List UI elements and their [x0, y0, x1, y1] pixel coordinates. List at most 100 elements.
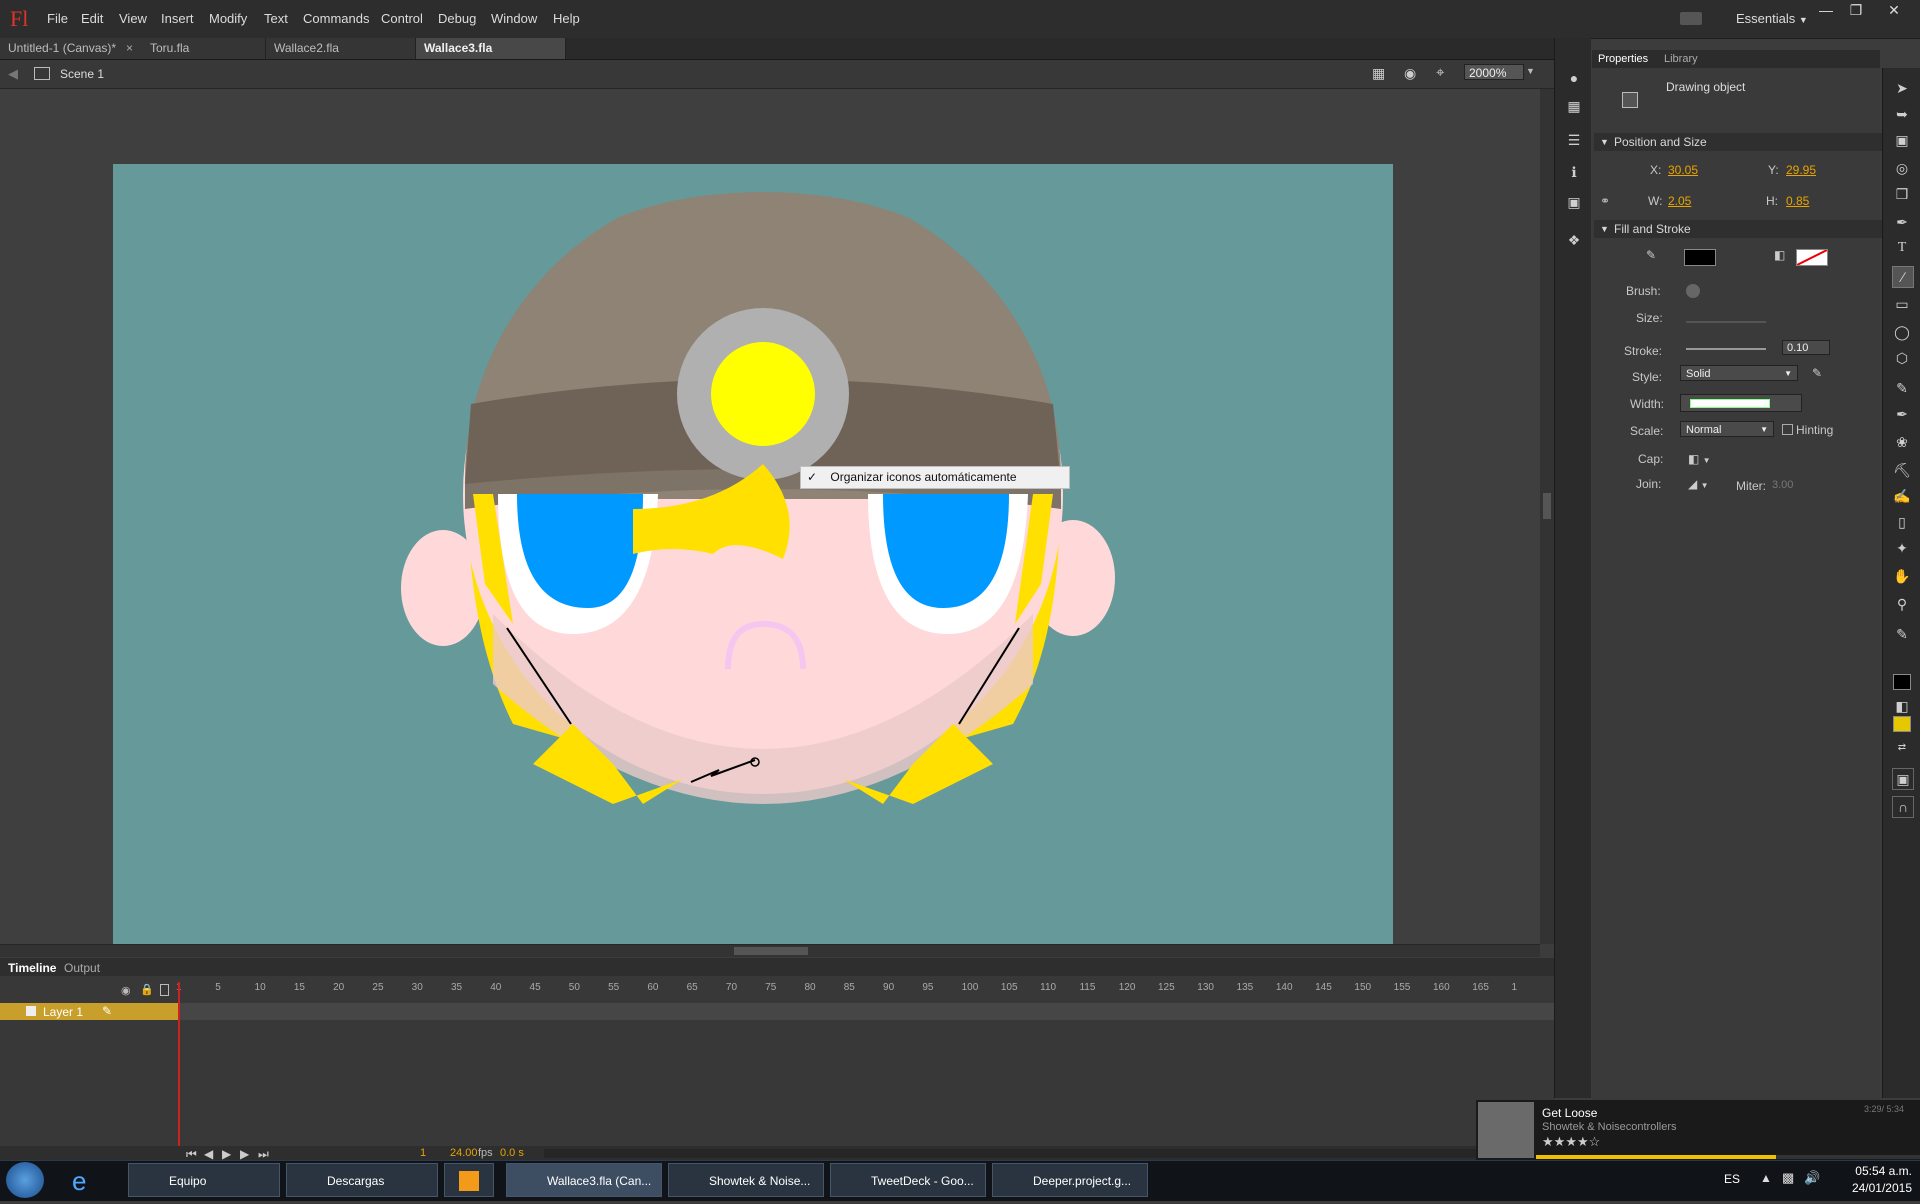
section-position-size[interactable]: ▼ Position and Size [1594, 133, 1882, 151]
align-icon[interactable]: ☰ [1564, 130, 1584, 150]
pen-tool-icon[interactable]: ✒ [1892, 212, 1912, 232]
eye-icon[interactable]: ◉ [121, 984, 131, 997]
context-menu-item[interactable]: ✓ Organizar iconos automáticamente [800, 466, 1070, 489]
bone-tool-icon[interactable]: ⛏ [1892, 460, 1912, 480]
song-progress-track[interactable] [1536, 1155, 1920, 1159]
menu-edit[interactable]: Edit [81, 11, 103, 26]
menu-window[interactable]: Window [491, 11, 537, 26]
tab-toru[interactable]: Toru.fla (Canvas)× [142, 38, 266, 76]
star-icon[interactable]: ★ [1565, 1134, 1577, 1149]
free-transform-tool-icon[interactable]: ▣ [1892, 130, 1912, 150]
playhead[interactable] [178, 982, 180, 1146]
cap-select[interactable]: ◧ ▼ [1688, 452, 1711, 466]
menu-help[interactable]: Help [553, 11, 580, 26]
taskbar-descargas[interactable]: Descargas [286, 1163, 438, 1197]
taskbar-equipo[interactable]: Equipo [128, 1163, 280, 1197]
w-field[interactable]: 2.05 [1668, 194, 1691, 208]
tab-untitled-1[interactable]: Untitled-1 (Canvas)* × [0, 38, 148, 59]
color-icon[interactable]: ● [1564, 68, 1584, 88]
tab-library[interactable]: Library [1664, 53, 1698, 65]
size-slider[interactable] [1686, 321, 1766, 323]
hinting-checkbox[interactable] [1782, 424, 1793, 435]
info-icon[interactable]: ℹ [1564, 162, 1584, 182]
play-icon[interactable]: ▶ [222, 1147, 231, 1161]
rating-stars[interactable]: ★★★★☆ [1542, 1134, 1600, 1150]
music-notification[interactable]: Get Loose Showtek & Noisecontrollers 3:2… [1476, 1100, 1920, 1160]
clock-time[interactable]: 05:54 a.m. [1836, 1164, 1912, 1178]
object-drawing-icon[interactable]: ▣ [1892, 768, 1914, 790]
close-window-icon[interactable]: ✕ [1880, 0, 1908, 20]
menu-text[interactable]: Text [264, 11, 288, 26]
h-field[interactable]: 0.85 [1786, 194, 1809, 208]
transform-icon[interactable]: ▣ [1564, 192, 1584, 212]
stroke-color-swatch[interactable] [1684, 249, 1716, 266]
tab-output[interactable]: Output [64, 961, 100, 975]
stroke-color-tool-swatch[interactable] [1893, 674, 1911, 690]
fill-color-tool-swatch[interactable] [1893, 716, 1911, 732]
y-field[interactable]: 29.95 [1786, 163, 1816, 177]
sync-settings-icon[interactable] [1680, 12, 1702, 25]
clock-date[interactable]: 24/01/2015 [1836, 1181, 1912, 1195]
star-icon[interactable]: ★ [1577, 1134, 1589, 1149]
menu-view[interactable]: View [119, 11, 147, 26]
stroke-slider[interactable] [1686, 348, 1766, 350]
text-tool-icon[interactable]: T [1892, 238, 1912, 258]
back-arrow-icon[interactable]: ◀ [8, 66, 18, 82]
snap-to-objects-icon[interactable]: ∩ [1892, 796, 1914, 818]
link-icon[interactable]: ⚭ [1600, 194, 1610, 208]
volume-icon[interactable]: 🔊 [1804, 1170, 1820, 1186]
layer-row[interactable] [0, 1003, 1554, 1020]
oval-tool-icon[interactable]: ◯ [1892, 322, 1912, 342]
menu-debug[interactable]: Debug [438, 11, 476, 26]
taskbar-flash[interactable]: Wallace3.fla (Can... [506, 1163, 662, 1197]
zoom-dropdown-icon[interactable]: ▼ [1526, 66, 1535, 76]
menu-insert[interactable]: Insert [161, 11, 194, 26]
components-icon[interactable]: ❖ [1564, 230, 1584, 250]
tab-properties[interactable]: Properties [1598, 53, 1648, 65]
section-fill-stroke[interactable]: ▼ Fill and Stroke [1594, 220, 1882, 238]
horizontal-scroll-thumb[interactable] [734, 947, 808, 955]
width-profile-select[interactable] [1680, 394, 1802, 412]
tab-wallace2[interactable]: Wallace2.fla (Canvas)*× [266, 38, 416, 76]
lock-icon[interactable]: 🔒 [140, 983, 154, 996]
collapse-triangle-icon[interactable]: ▼ [1600, 133, 1609, 151]
taskbar-tweetdeck[interactable]: TweetDeck - Goo... [830, 1163, 986, 1197]
menu-file[interactable]: File [47, 11, 68, 26]
minimize-icon[interactable]: — [1812, 0, 1840, 20]
edit-scene-icon[interactable]: ▦ [1372, 65, 1385, 82]
tab-timeline[interactable]: Timeline [8, 961, 56, 975]
zoom-tool-icon[interactable]: ⚲ [1892, 594, 1912, 614]
edit-symbols-icon[interactable]: ◉ [1404, 65, 1416, 82]
eraser-tool-icon[interactable]: ▯ [1892, 512, 1912, 532]
miter-field[interactable]: 3.00 [1772, 479, 1793, 491]
language-indicator[interactable]: ES [1724, 1172, 1740, 1186]
polystar-tool-icon[interactable]: ⬡ [1892, 348, 1912, 368]
ie-icon[interactable]: e [72, 1166, 102, 1196]
edit-stroke-style-icon[interactable]: ✎ [1812, 366, 1822, 380]
subselection-tool-icon[interactable]: ➥ [1892, 104, 1912, 124]
close-tab-icon[interactable]: × [126, 41, 133, 55]
deco-tool-icon[interactable]: ❀ [1892, 432, 1912, 452]
menu-commands[interactable]: Commands [303, 11, 369, 26]
swap-colors-icon[interactable]: ⇄ [1892, 738, 1912, 758]
line-tool-icon[interactable]: ∕ [1892, 266, 1914, 288]
frame-ruler[interactable]: 1510152025303540455055606570758085909510… [176, 982, 1536, 996]
menu-control[interactable]: Control [381, 11, 423, 26]
zoom-field[interactable]: 2000% [1464, 64, 1524, 80]
tray-arrow-icon[interactable]: ▲ [1760, 1171, 1772, 1185]
lasso-tool-icon[interactable]: ❒ [1892, 184, 1912, 204]
center-stage-icon[interactable]: ⌖ [1436, 64, 1444, 81]
taskbar-deeper[interactable]: Deeper.project.g... [992, 1163, 1148, 1197]
scale-select[interactable]: Normal ▼ [1680, 421, 1774, 437]
join-select[interactable]: ◢ ▼ [1688, 477, 1708, 491]
rectangle-tool-icon[interactable]: ▭ [1892, 294, 1912, 314]
prev-frame-icon[interactable]: ◀ [204, 1147, 213, 1161]
pencil-tool-icon[interactable]: ✎ [1892, 378, 1912, 398]
outline-icon[interactable] [160, 984, 169, 996]
swatches-icon[interactable]: ▦ [1564, 96, 1584, 116]
collapse-triangle-icon[interactable]: ▼ [1600, 220, 1609, 238]
timeline-scrollbar[interactable] [544, 1149, 1504, 1158]
3d-rotation-tool-icon[interactable]: ◎ [1892, 158, 1912, 178]
star-icon[interactable]: ☆ [1589, 1134, 1601, 1149]
stage[interactable] [113, 164, 1393, 944]
